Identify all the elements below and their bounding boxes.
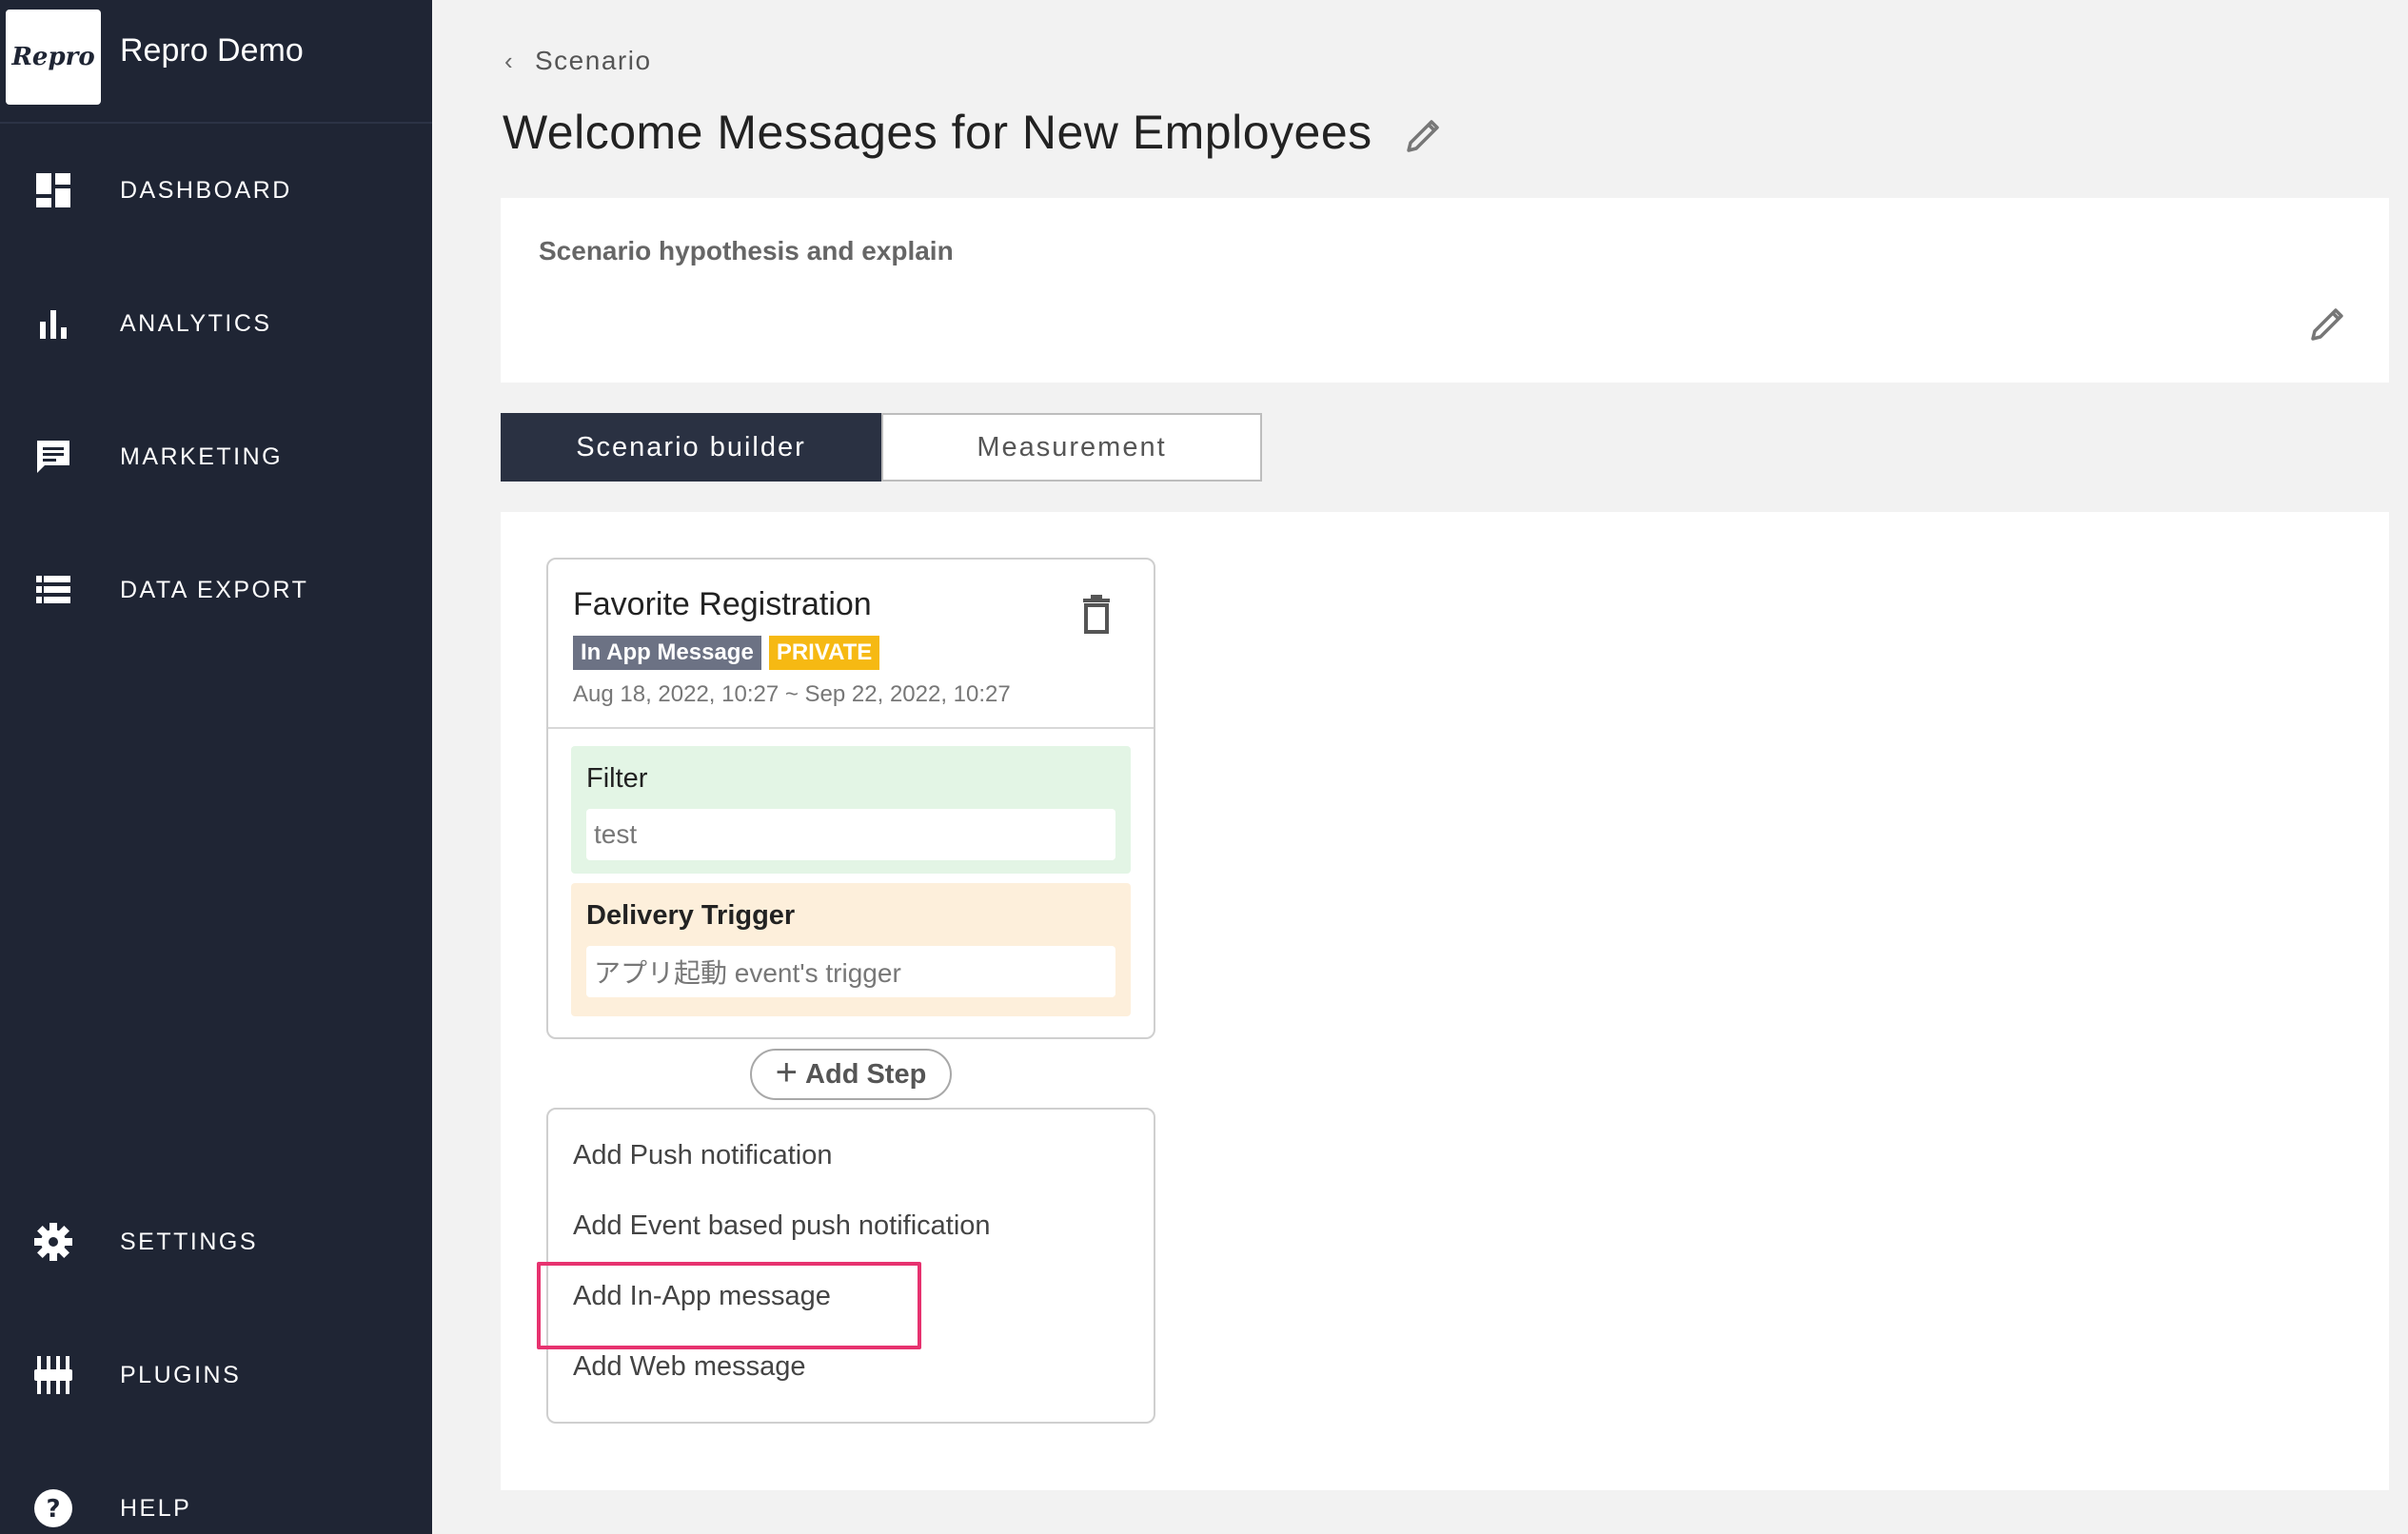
hypothesis-label: Scenario hypothesis and explain [539,236,954,266]
add-step-label: Add Step [805,1058,927,1090]
trash-icon[interactable] [1077,594,1115,636]
sidebar: Repro Repro Demo DASHBOARD ANALYTICS MAR… [0,0,432,1534]
step-badges: In App Message PRIVATE [573,636,880,670]
sidebar-item-help[interactable]: ? HELP [0,1461,432,1534]
app-name: Repro Demo [120,32,304,69]
menu-item-add-push-notification[interactable]: Add Push notification [573,1140,832,1171]
filter-value: test [586,809,1115,860]
hypothesis-card: Scenario hypothesis and explain [501,198,2389,383]
delivery-trigger-section[interactable]: Delivery Trigger アプリ起動 event's trigger [571,883,1131,1016]
tab-measurement[interactable]: Measurement [881,413,1262,482]
sidebar-item-plugins[interactable]: PLUGINS [0,1328,432,1423]
delivery-trigger-value: アプリ起動 event's trigger [586,946,1115,997]
page-title: Welcome Messages for New Employees [503,106,1372,159]
sidebar-item-dashboard[interactable]: DASHBOARD [0,143,432,238]
brand-header: Repro Repro Demo [0,0,432,124]
sidebar-item-label: MARKETING [120,442,284,470]
highlight-box [537,1262,921,1349]
divider [548,727,1154,729]
add-step-button[interactable]: + Add Step [750,1049,952,1100]
tab-scenario-builder[interactable]: Scenario builder [501,413,881,482]
filter-title: Filter [586,763,648,794]
sidebar-item-label: SETTINGS [120,1228,259,1255]
bar-chart-icon [30,301,76,346]
step-card[interactable]: Favorite Registration In App Message PRI… [546,558,1155,1039]
filter-section[interactable]: Filter test [571,746,1131,874]
sidebar-item-label: DASHBOARD [120,176,292,204]
repro-logo[interactable]: Repro [6,10,101,105]
delivery-trigger-title: Delivery Trigger [586,900,796,931]
sidebar-item-label: PLUGINS [120,1361,242,1388]
sidebar-item-settings[interactable]: SETTINGS [0,1194,432,1289]
gear-icon [30,1219,76,1265]
message-icon [30,434,76,480]
breadcrumb-label: Scenario [535,46,652,75]
list-icon [30,567,76,613]
menu-item-add-web-message[interactable]: Add Web message [573,1351,806,1383]
sidebar-item-marketing[interactable]: MARKETING [0,409,432,504]
step-name: Favorite Registration [573,586,872,622]
edit-hypothesis-pencil-icon[interactable] [2307,301,2351,344]
menu-item-add-event-push-notification[interactable]: Add Event based push notification [573,1210,991,1242]
dashboard-icon [30,167,76,213]
sidebar-item-data-export[interactable]: DATA EXPORT [0,542,432,638]
sidebar-item-label: ANALYTICS [120,309,272,337]
svg-text:?: ? [46,1495,60,1524]
plugins-icon [30,1352,76,1398]
edit-title-pencil-icon[interactable] [1403,112,1447,156]
sidebar-item-label: DATA EXPORT [120,576,309,603]
help-icon: ? [30,1485,76,1531]
plus-icon: + [775,1052,799,1093]
message-type-badge: In App Message [573,636,761,670]
chevron-left-icon: ‹ [504,46,515,75]
sidebar-item-analytics[interactable]: ANALYTICS [0,276,432,371]
sidebar-item-label: HELP [120,1494,192,1522]
status-badge: PRIVATE [768,636,880,670]
breadcrumb[interactable]: ‹ Scenario [504,46,652,76]
step-date-range: Aug 18, 2022, 10:27 ~ Sep 22, 2022, 10:2… [573,681,1011,707]
